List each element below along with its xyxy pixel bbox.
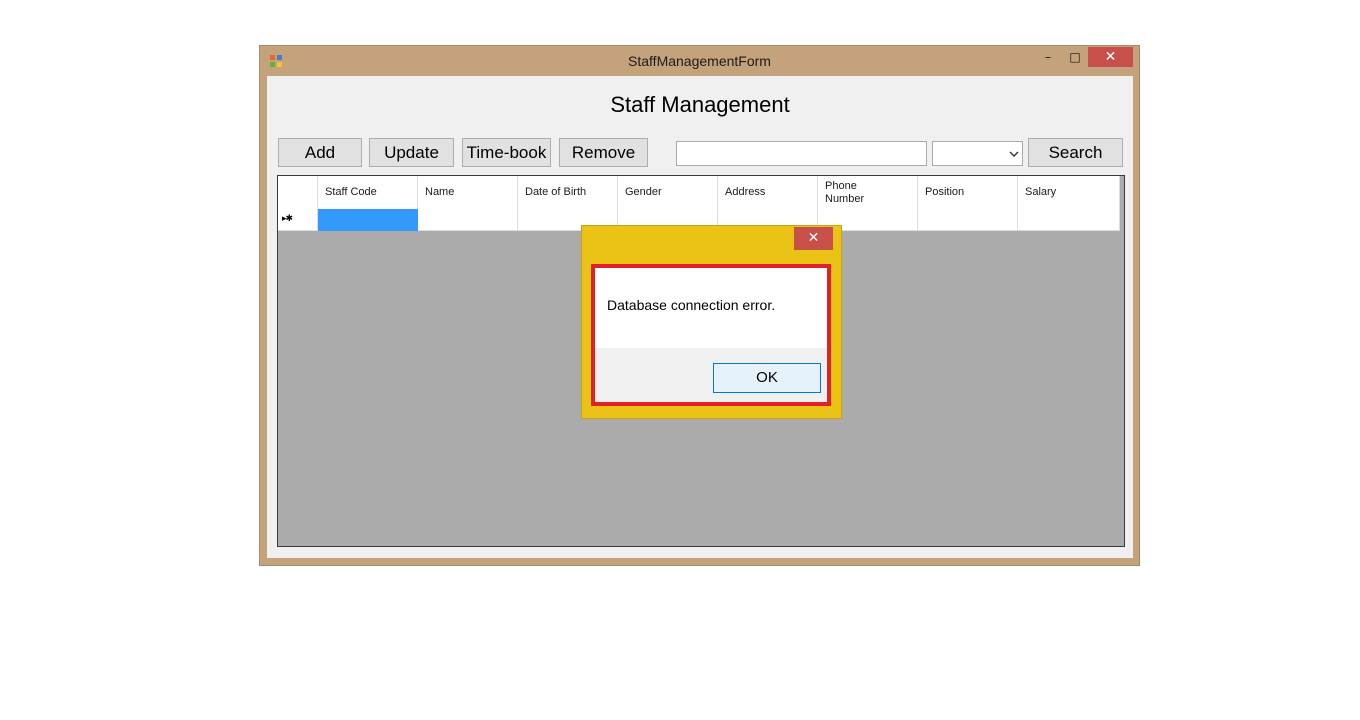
search-input[interactable]	[676, 141, 927, 166]
search-filter-dropdown[interactable]	[932, 141, 1023, 166]
row-header-corner	[278, 176, 318, 209]
remove-button[interactable]: Remove	[559, 138, 648, 167]
column-header-phone-number-label: Phone Number	[825, 179, 865, 205]
minimize-icon: –	[1045, 50, 1051, 64]
title-bar[interactable]: StaffManagementForm – □ ✕	[260, 46, 1139, 76]
cell-name[interactable]	[418, 209, 518, 231]
window-title: StaffManagementForm	[628, 53, 771, 69]
column-header-staff-code[interactable]: Staff Code	[318, 176, 418, 209]
column-header-salary[interactable]: Salary	[1018, 176, 1120, 209]
column-header-name[interactable]: Name	[418, 176, 518, 209]
maximize-icon: □	[1069, 50, 1081, 64]
page-title: Staff Management	[610, 92, 790, 117]
cell-position[interactable]	[918, 209, 1018, 231]
add-button[interactable]: Add	[278, 138, 362, 167]
grid-header: Staff Code Name Date of Birth Gender Add…	[278, 176, 1120, 210]
timebook-button[interactable]: Time-book	[462, 138, 551, 167]
column-header-address[interactable]: Address	[718, 176, 818, 209]
row-header[interactable]: ▸✱	[278, 209, 318, 231]
close-icon: ✕	[1104, 49, 1117, 65]
maximize-button[interactable]: □	[1062, 47, 1088, 67]
cell-salary[interactable]	[1018, 209, 1120, 231]
column-header-position[interactable]: Position	[918, 176, 1018, 209]
new-row-marker-icon: ▸✱	[282, 214, 293, 224]
chevron-down-icon	[1009, 151, 1019, 157]
close-icon: ✕	[807, 230, 820, 246]
search-button[interactable]: Search	[1028, 138, 1123, 167]
error-dialog: ✕ Database connection error. OK	[581, 225, 842, 419]
cell-staff-code[interactable]	[318, 209, 418, 231]
dialog-content-highlight: Database connection error. OK	[591, 264, 831, 406]
update-button[interactable]: Update	[369, 138, 454, 167]
minimize-button[interactable]: –	[1035, 47, 1061, 67]
dialog-message: Database connection error.	[607, 297, 776, 313]
column-header-date-of-birth[interactable]: Date of Birth	[518, 176, 618, 209]
dialog-close-button[interactable]: ✕	[794, 227, 833, 250]
ok-button[interactable]: OK	[713, 363, 821, 393]
column-header-phone-number[interactable]: Phone Number	[818, 176, 918, 209]
dialog-footer: OK	[595, 348, 827, 402]
column-header-gender[interactable]: Gender	[618, 176, 718, 209]
close-button[interactable]: ✕	[1088, 47, 1133, 67]
